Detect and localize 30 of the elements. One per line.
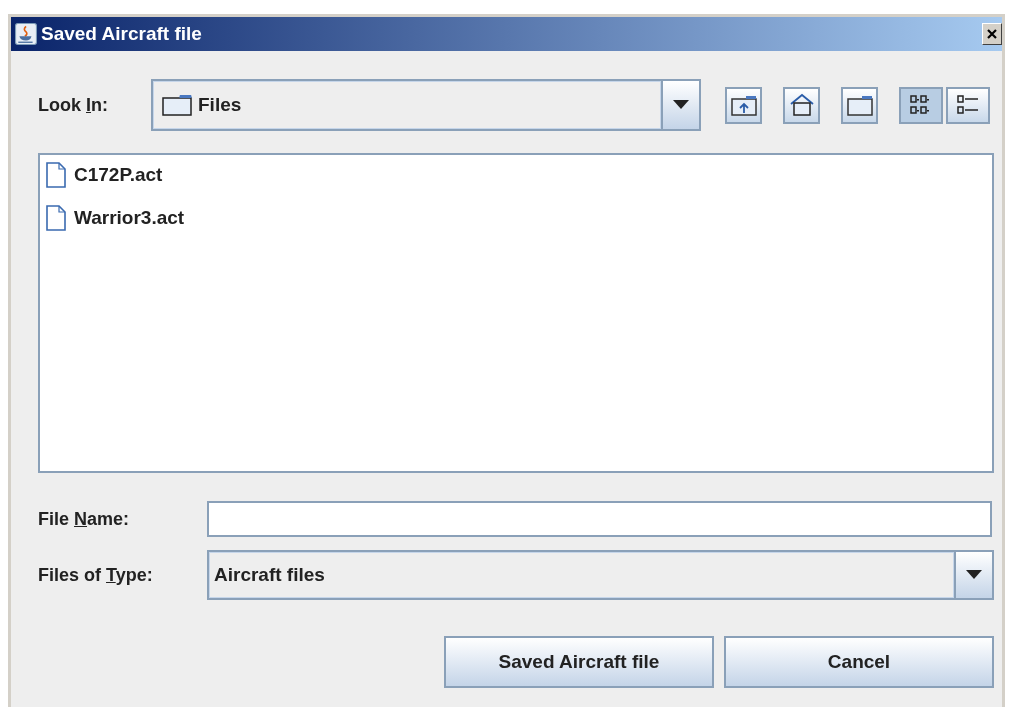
files-of-type-value: Aircraft files [214,564,325,586]
folder-icon [162,94,192,116]
coffee-cup-icon [15,23,37,45]
document-icon [46,205,66,231]
file-item[interactable]: Warrior3.act [44,204,187,232]
folder-up-icon [730,94,757,116]
document-icon [46,162,66,188]
files-of-type-label: Files of Type: [38,564,154,586]
close-icon [986,28,998,40]
details-view-icon [956,94,980,116]
look-in-value: Files [198,94,242,116]
look-in-label: Look In: [38,94,109,116]
home-icon [788,93,815,117]
file-name-field[interactable] [207,501,992,537]
file-name-label: File Name: [38,508,131,530]
folder-icon [846,94,873,116]
cancel-button[interactable]: Cancel [724,636,994,688]
dropdown-arrow-icon [966,570,982,580]
details-toolbar-button[interactable] [946,86,990,124]
new-folder-toolbar-button[interactable] [841,86,878,124]
save-button[interactable]: Saved Aircraft file [444,636,714,688]
close-button[interactable] [982,23,1002,45]
dropdown-arrow-icon [673,100,689,110]
list-toolbar-button[interactable] [899,86,943,124]
file-item[interactable]: C172P.act [44,161,165,189]
up-toolbar-button[interactable] [725,86,762,124]
look-in-dropdown[interactable]: Files [151,79,701,131]
files-of-type-dropdown[interactable]: Aircraft files [207,550,994,600]
window-title: Saved Aircraft file [41,23,203,45]
home-toolbar-button[interactable] [783,86,820,124]
